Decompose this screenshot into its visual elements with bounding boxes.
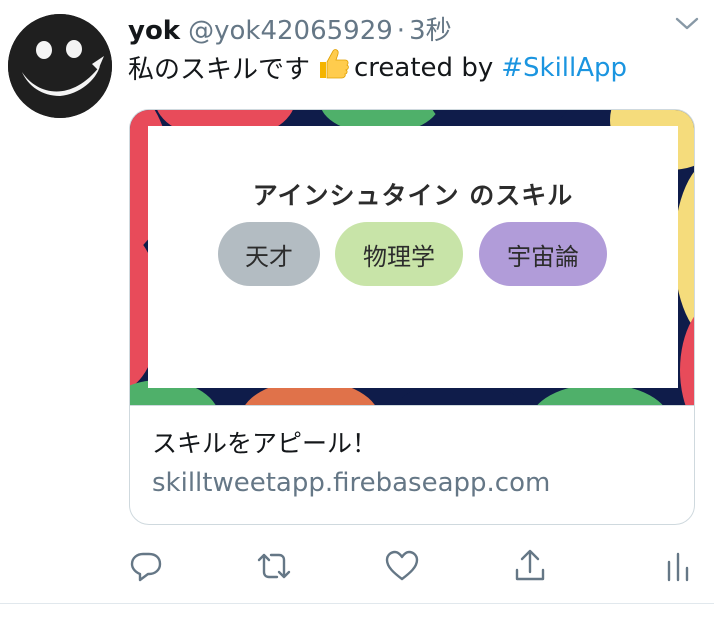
tweet-text-main: 私のスキルです: [128, 55, 311, 85]
skill-badge: 物理学: [335, 222, 463, 286]
analytics-icon: [667, 552, 689, 582]
share-button[interactable]: [512, 548, 548, 584]
analytics-button[interactable]: [660, 548, 696, 584]
hashtag-link[interactable]: #SkillApp: [501, 53, 627, 83]
skill-card-panel: アインシュタイン のスキル 天才 物理学 宇宙論: [148, 126, 678, 388]
timestamp[interactable]: 3秒: [409, 10, 452, 47]
heart-icon: [385, 550, 419, 581]
like-button[interactable]: [384, 548, 420, 584]
link-card[interactable]: アインシュタイン のスキル 天才 物理学 宇宙論 スキルをアピール！ skill…: [129, 109, 695, 525]
thumbs-up-icon: [314, 46, 350, 89]
tweet-header: yok @yok42065929 · 3秒: [128, 10, 452, 46]
reply-icon: [130, 552, 162, 582]
share-icon: [515, 549, 545, 581]
skill-card-title: アインシュタイン のスキル: [252, 181, 574, 210]
avatar[interactable]: [8, 14, 112, 118]
reply-button[interactable]: [128, 548, 164, 584]
card-divider: [130, 405, 694, 406]
tweet-bottom-divider: [0, 603, 714, 604]
card-domain: skilltweetapp.firebaseapp.com: [152, 468, 551, 498]
skill-badge: 宇宙論: [479, 222, 607, 286]
user-handle[interactable]: @yok42065929: [188, 16, 393, 46]
display-name[interactable]: yok: [128, 16, 180, 46]
separator-dot: ·: [396, 16, 406, 46]
card-description: スキルをアピール！: [152, 429, 378, 458]
avatar-smiley-image: [8, 14, 112, 118]
retweet-icon: [257, 553, 291, 579]
tweet[interactable]: yok @yok42065929 · 3秒 私のスキルです created by…: [0, 0, 714, 624]
retweet-button[interactable]: [256, 548, 292, 584]
card-image[interactable]: アインシュタイン のスキル 天才 物理学 宇宙論: [130, 110, 694, 406]
tweet-text-created-by: created by: [354, 52, 494, 83]
tweet-text: 私のスキルです created by #SkillApp: [128, 46, 627, 89]
skill-badge: 天才: [218, 222, 320, 286]
chevron-down-icon[interactable]: [674, 16, 700, 32]
